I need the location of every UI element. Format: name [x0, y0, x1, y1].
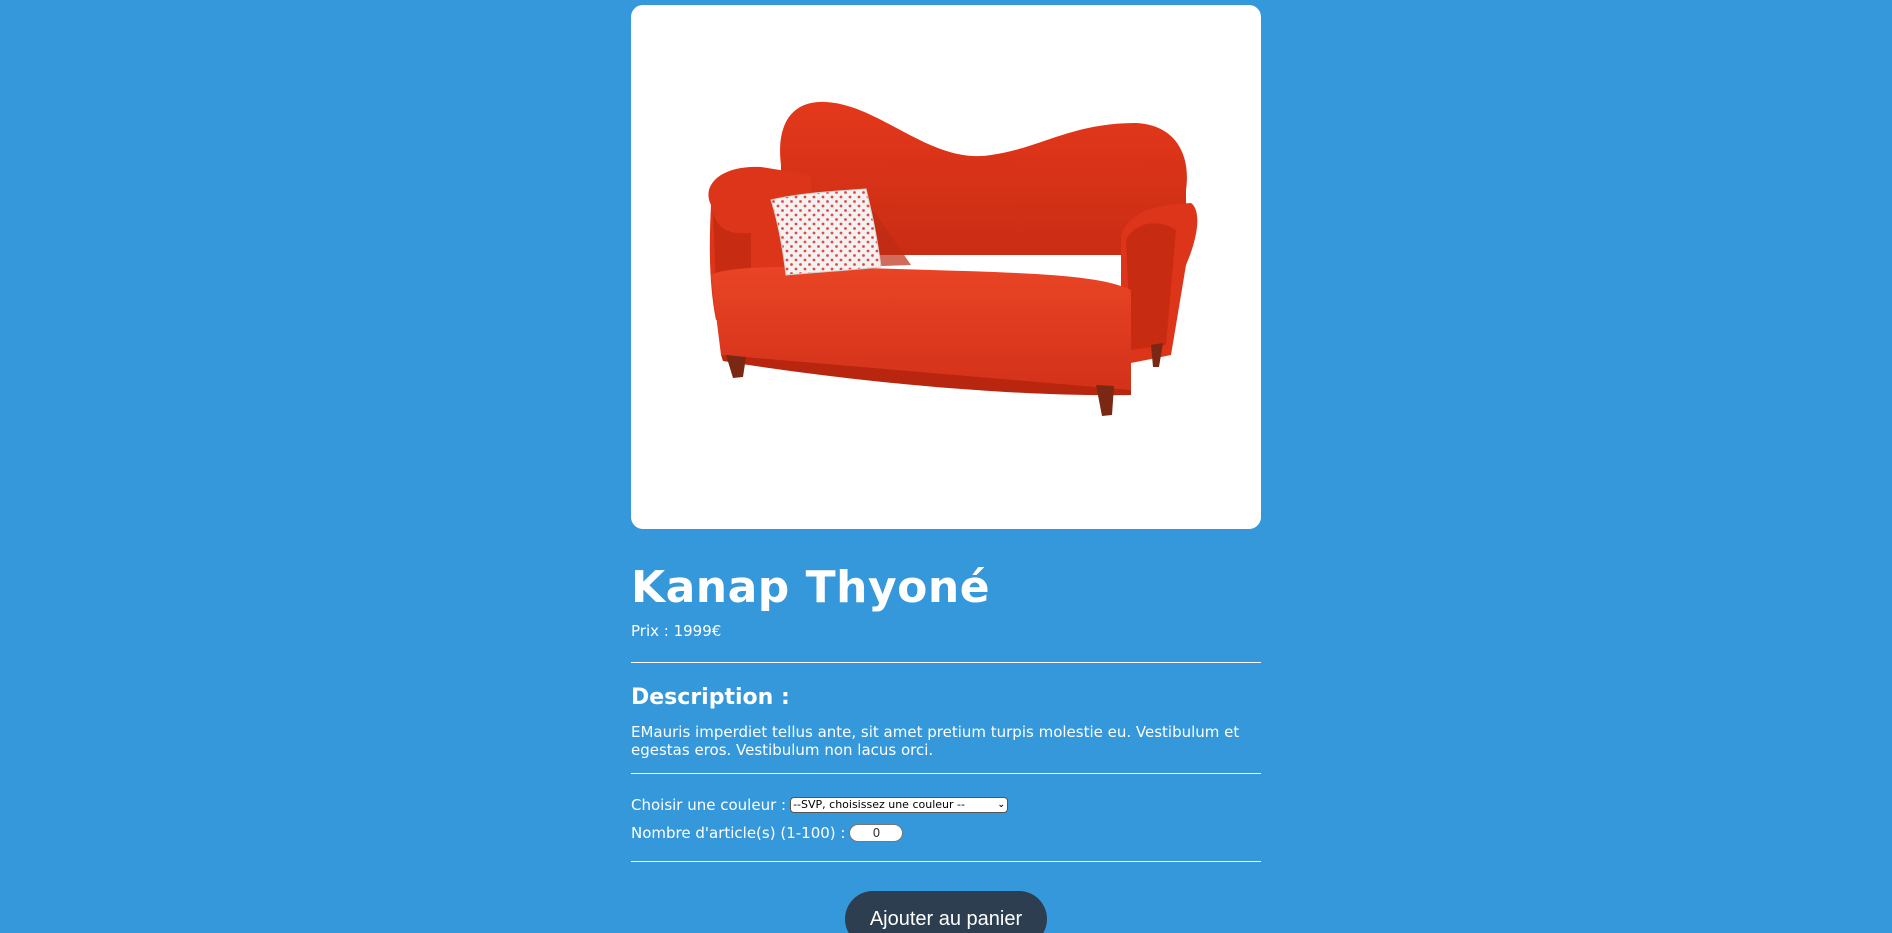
product-section: Kanap Thyoné Prix : 1999€ Description : … [631, 5, 1261, 933]
color-select[interactable]: --SVP, choisissez une couleur -- ⌄ [790, 797, 1009, 813]
quantity-option-row: Nombre d'article(s) (1-100) : 0 [631, 823, 1261, 843]
chevron-down-icon: ⌄ [997, 800, 1006, 810]
description-heading: Description : [631, 685, 790, 710]
price-currency: € [711, 622, 722, 640]
product-price: Prix : 1999€ [631, 621, 1261, 641]
divider [631, 773, 1261, 774]
quantity-label: Nombre d'article(s) (1-100) : [631, 824, 846, 842]
price-value: 1999 [673, 622, 712, 640]
product-image-card [631, 5, 1261, 529]
add-to-cart-button[interactable]: Ajouter au panier [844, 891, 1048, 933]
sofa-image [708, 101, 1198, 416]
divider [631, 662, 1261, 663]
price-label: Prix : [631, 622, 674, 640]
color-label: Choisir une couleur : [631, 796, 787, 814]
description-text: EMauris imperdiet tellus ante, sit amet … [631, 723, 1240, 759]
cart-button-container: Ajouter au panier [631, 891, 1261, 933]
color-option-row: Choisir une couleur : --SVP, choisissez … [631, 795, 1261, 815]
quantity-input[interactable]: 0 [849, 824, 904, 842]
product-title: Kanap Thyoné [631, 562, 991, 613]
divider [631, 861, 1261, 862]
color-select-value: --SVP, choisissez une couleur -- [793, 798, 965, 811]
